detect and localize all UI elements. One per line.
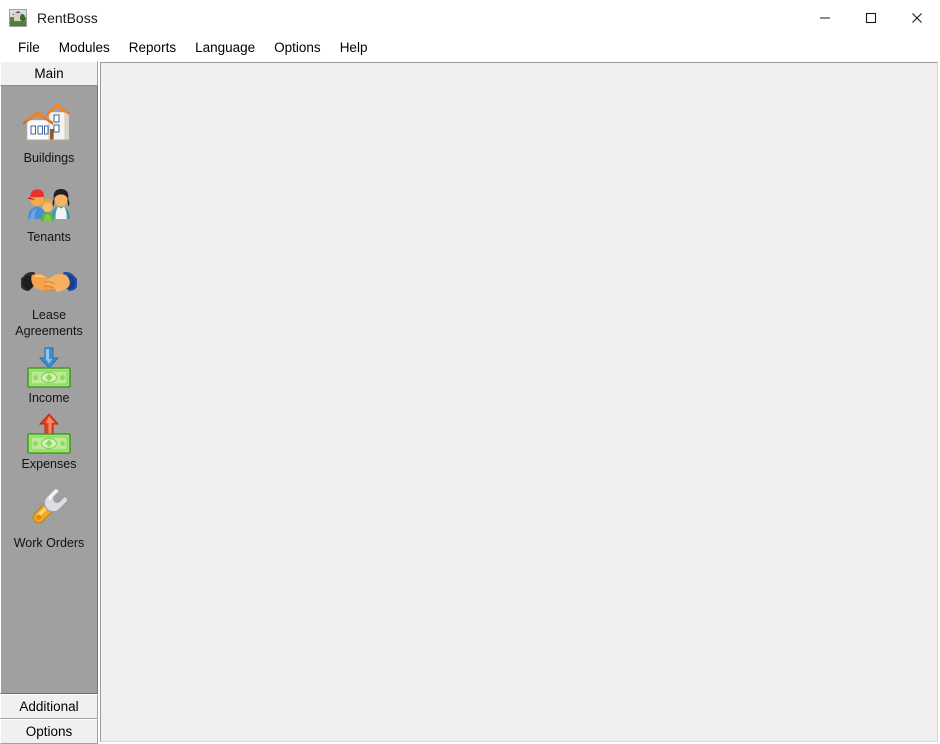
- menu-help[interactable]: Help: [331, 38, 378, 59]
- sidebar-label-work-orders: Work Orders: [13, 535, 85, 550]
- handshake-icon: [21, 251, 77, 307]
- maximize-button[interactable]: [848, 0, 894, 36]
- money-in-icon: [21, 346, 77, 390]
- title-bar-left: RentBoss: [0, 9, 98, 27]
- close-button[interactable]: [894, 0, 940, 36]
- sidebar-bar-additional[interactable]: Additional: [0, 694, 98, 719]
- menu-file[interactable]: File: [9, 38, 50, 59]
- sidebar-group-main[interactable]: Main: [0, 61, 98, 86]
- sidebar-label-expenses: Expenses: [21, 457, 77, 472]
- sidebar-bar-options[interactable]: Options: [0, 719, 98, 744]
- sidebar-label-tenants: Tenants: [27, 229, 71, 244]
- sidebar-label-income: Income: [28, 390, 70, 405]
- close-icon: [912, 13, 922, 23]
- sidebar-item-tenants[interactable]: Tenants: [1, 171, 97, 250]
- sidebar-item-lease-agreements[interactable]: Lease Agreements: [1, 249, 97, 343]
- sidebar-icon-pane: Buildings Tenants Lease Agreements Incom…: [0, 86, 98, 694]
- rentboss-window: RentBoss File Modules Reports Language O…: [0, 0, 940, 744]
- sidebar-label-lease-agreements: Lease Agreements: [15, 308, 83, 338]
- minimize-icon: [820, 17, 830, 19]
- sidebar-item-expenses[interactable]: Expenses: [1, 410, 97, 477]
- menu-bar: File Modules Reports Language Options He…: [0, 36, 940, 61]
- menu-modules[interactable]: Modules: [50, 38, 120, 59]
- title-bar: RentBoss: [0, 0, 940, 36]
- sidebar-item-work-orders[interactable]: Work Orders: [1, 477, 97, 556]
- menu-options[interactable]: Options: [265, 38, 331, 59]
- menu-language[interactable]: Language: [186, 38, 265, 59]
- window-body: Main Buildings Tenants Lease Agreements …: [0, 61, 940, 744]
- wrench-icon: [21, 479, 77, 535]
- maximize-icon: [865, 12, 877, 24]
- window-title: RentBoss: [37, 10, 98, 26]
- money-out-icon: [21, 412, 77, 456]
- house-photo-icon: [9, 9, 27, 27]
- main-workspace[interactable]: [100, 62, 938, 742]
- people-icon: [21, 173, 77, 229]
- sidebar-item-buildings[interactable]: Buildings: [1, 92, 97, 171]
- menu-reports[interactable]: Reports: [120, 38, 186, 59]
- sidebar-label-buildings: Buildings: [23, 151, 75, 165]
- minimize-button[interactable]: [802, 0, 848, 36]
- window-controls: [802, 0, 940, 36]
- content-area: [98, 61, 940, 744]
- sidebar-item-income[interactable]: Income: [1, 344, 97, 411]
- sidebar: Main Buildings Tenants Lease Agreements …: [0, 61, 98, 744]
- house-icon: [21, 94, 77, 150]
